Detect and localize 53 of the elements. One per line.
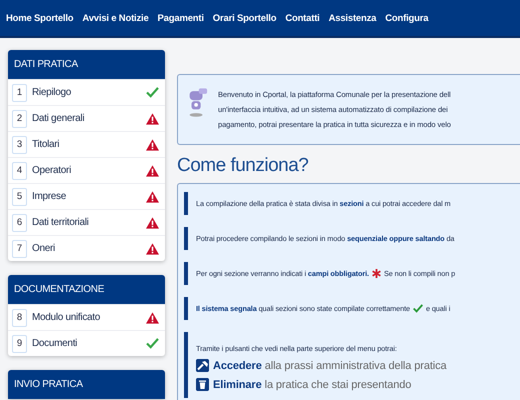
nav-link[interactable]: Assistenza [328, 12, 376, 24]
item-label: Riepilogo [32, 87, 72, 98]
warning-icon [146, 138, 159, 150]
warning-icon [146, 216, 159, 228]
nav-link[interactable]: Pagamenti [158, 12, 204, 24]
item-label: Dati territoriali [32, 217, 90, 228]
nav-link[interactable]: Home Sportello [6, 12, 74, 24]
sidebar-item[interactable]: 5 Imprese [8, 183, 165, 209]
sidebar-item[interactable]: 7 Oneri [8, 235, 165, 261]
item-label: Dati generali [32, 113, 86, 124]
warning-icon [146, 242, 159, 254]
item-label: Imprese [32, 191, 68, 202]
step-number: 2 [12, 110, 27, 128]
hammer-icon [196, 359, 209, 372]
trash-icon [196, 378, 209, 391]
sidebar-item[interactable]: 2 Dati generali [8, 105, 165, 131]
nav-link[interactable]: Configura [385, 12, 428, 24]
section-title: Come funziona? [177, 155, 310, 177]
step-number: 1 [12, 84, 27, 102]
item-label: Modulo unificato [32, 312, 102, 323]
nav-link[interactable]: Contatti [285, 12, 320, 24]
action-text: Accedere alla prassi amministrativa della pratica [213, 360, 447, 372]
step-number: 6 [12, 214, 27, 232]
action-text: Eliminare la pratica che stai presentando [213, 378, 412, 390]
step-number: 4 [12, 162, 27, 180]
nav-link[interactable]: Avvisi e Notizie [82, 12, 149, 24]
warning-icon [146, 190, 159, 202]
item-label: Documenti [32, 338, 78, 349]
step-number: 3 [12, 136, 27, 154]
item-label: Operatori [32, 165, 72, 176]
check-icon [146, 87, 159, 98]
sidebar-item[interactable]: 6 Dati territoriali [8, 209, 165, 235]
sidebar-item[interactable]: 3 Titolari [8, 131, 165, 157]
sidebar-item[interactable]: 1 Riepilogo [8, 79, 165, 105]
check-icon [146, 338, 159, 349]
warning-icon [146, 312, 159, 324]
item-label: Oneri [32, 243, 56, 254]
nav-link[interactable]: Orari Sportello [212, 12, 276, 24]
item-label: Titolari [32, 139, 60, 150]
step-number: 7 [12, 240, 27, 258]
sidebar-item[interactable]: 9 Documenti [8, 330, 165, 356]
warning-icon [146, 164, 159, 176]
step-number: 9 [12, 334, 27, 352]
check-icon [412, 304, 423, 313]
panel-header: DOCUMENTAZIONE [8, 275, 165, 304]
warning-icon [146, 112, 159, 124]
sidebar-item[interactable]: 4 Operatori [8, 157, 165, 183]
sidebar-item[interactable]: 8 Modulo unificato [8, 304, 165, 330]
panel-header: DATI PRATICA [8, 50, 165, 79]
asterisk-icon [372, 269, 381, 278]
step-number: 8 [12, 308, 27, 326]
panel-header: INVIO PRATICA [8, 370, 165, 399]
step-number: 5 [12, 188, 27, 206]
